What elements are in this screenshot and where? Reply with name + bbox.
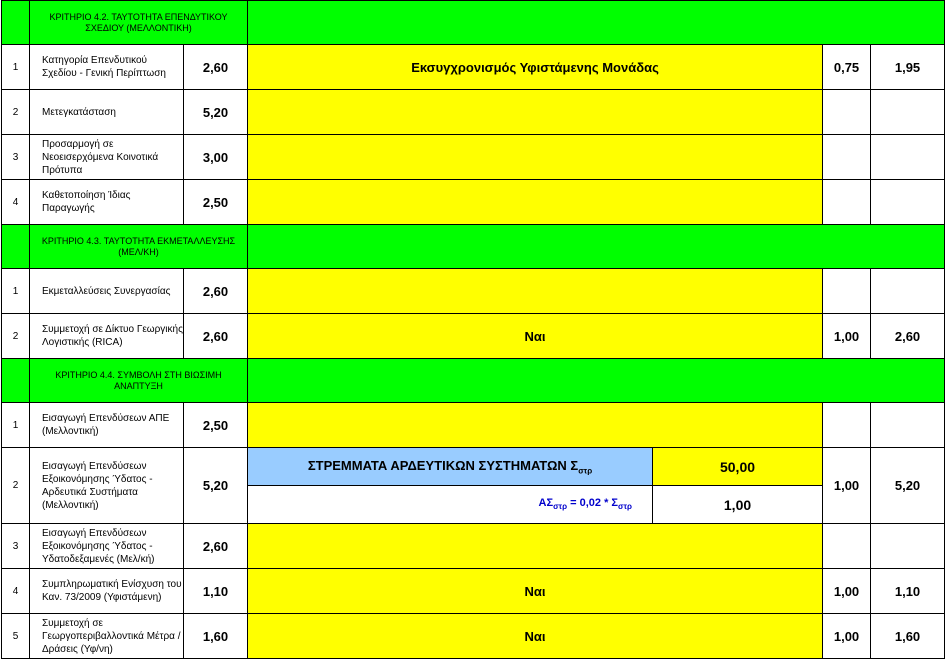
table-row: 1 Εκμεταλλεύσεις Συνεργασίας 2,60: [1, 268, 945, 314]
answer-cell[interactable]: Ναι: [247, 613, 824, 659]
irrigation-acres-label: ΣΤΡΕΜΜΑΤΑ ΑΡΔΕΥΤΙΚΩΝ ΣΥΣΤΗΜΑΤΩΝ Σστρ: [247, 447, 654, 486]
table-row: 2 Εισαγωγή Επενδύσεων Εξοικονόμησης Ύδατ…: [1, 447, 945, 524]
section-header-4-4: ΚΡΙΤΗΡΙΟ 4.4. ΣΥΜΒΟΛΗ ΣΤΗ ΒΙΩΣΙΜΗ ΑΝΑΠΤΥ…: [1, 358, 945, 403]
table-row: 1 Εισαγωγή Επενδύσεων ΑΠΕ (Μελλοντική) 2…: [1, 402, 945, 448]
irrigation-formula-value: 1,00: [652, 485, 824, 524]
answer-cell[interactable]: [247, 268, 824, 314]
table-row: 4 Καθετοποίηση Ίδιας Παραγωγής 2,50: [1, 179, 945, 225]
criteria-table: ΚΡΙΤΗΡΙΟ 4.2. ΤΑΥΤΟΤΗΤΑ ΕΠΕΝΔΥΤΙΚΟΥ ΣΧΕΔ…: [1, 0, 945, 659]
answer-cell[interactable]: [247, 523, 824, 569]
irrigation-acres-input[interactable]: 50,00: [652, 447, 824, 486]
answer-cell[interactable]: [247, 402, 824, 448]
table-row: 2 Μετεγκατάσταση 5,20: [1, 89, 945, 135]
answer-cell[interactable]: [247, 134, 824, 180]
section-header-4-3: ΚΡΙΤΗΡΙΟ 4.3. ΤΑΥΤΟΤΗΤΑ ΕΚΜΕΤΑΛΛΕΥΣΗΣ (Μ…: [1, 224, 945, 269]
table-row: 1 Κατηγορία Επενδυτικού Σχεδίου - Γενική…: [1, 44, 945, 90]
answer-cell[interactable]: [247, 179, 824, 225]
answer-cell[interactable]: Εκσυγχρονισμός Υφιστάμενης Μονάδας: [247, 44, 824, 90]
table-row: 3 Εισαγωγή Επενδύσεων Εξοικονόμησης Ύδατ…: [1, 523, 945, 569]
answer-cell[interactable]: Ναι: [247, 568, 824, 614]
section-title: ΚΡΙΤΗΡΙΟ 4.4. ΣΥΜΒΟΛΗ ΣΤΗ ΒΙΩΣΙΜΗ ΑΝΑΠΤΥ…: [28, 358, 249, 403]
section-header-4-2: ΚΡΙΤΗΡΙΟ 4.2. ΤΑΥΤΟΤΗΤΑ ΕΠΕΝΔΥΤΙΚΟΥ ΣΧΕΔ…: [1, 0, 945, 45]
irrigation-formula: ΑΣστρ = 0,02 * Σστρ: [247, 485, 654, 524]
table-row: 5 Συμμετοχή σε Γεωργοπεριβαλλοντικά Μέτρ…: [1, 613, 945, 659]
table-row: 4 Συμπληρωματική Ενίσχυση του Καν. 73/20…: [1, 568, 945, 614]
table-row: 3 Προσαρμογή σε Νεοεισερχόμενα Κοινοτικά…: [1, 134, 945, 180]
section-title: ΚΡΙΤΗΡΙΟ 4.2. ΤΑΥΤΟΤΗΤΑ ΕΠΕΝΔΥΤΙΚΟΥ ΣΧΕΔ…: [28, 0, 249, 45]
section-title: ΚΡΙΤΗΡΙΟ 4.3. ΤΑΥΤΟΤΗΤΑ ΕΚΜΕΤΑΛΛΕΥΣΗΣ (Μ…: [28, 224, 249, 269]
answer-cell[interactable]: Ναι: [247, 313, 824, 359]
table-row: 2 Συμμετοχή σε Δίκτυο Γεωργικής Λογιστικ…: [1, 313, 945, 359]
answer-cell[interactable]: [247, 89, 824, 135]
